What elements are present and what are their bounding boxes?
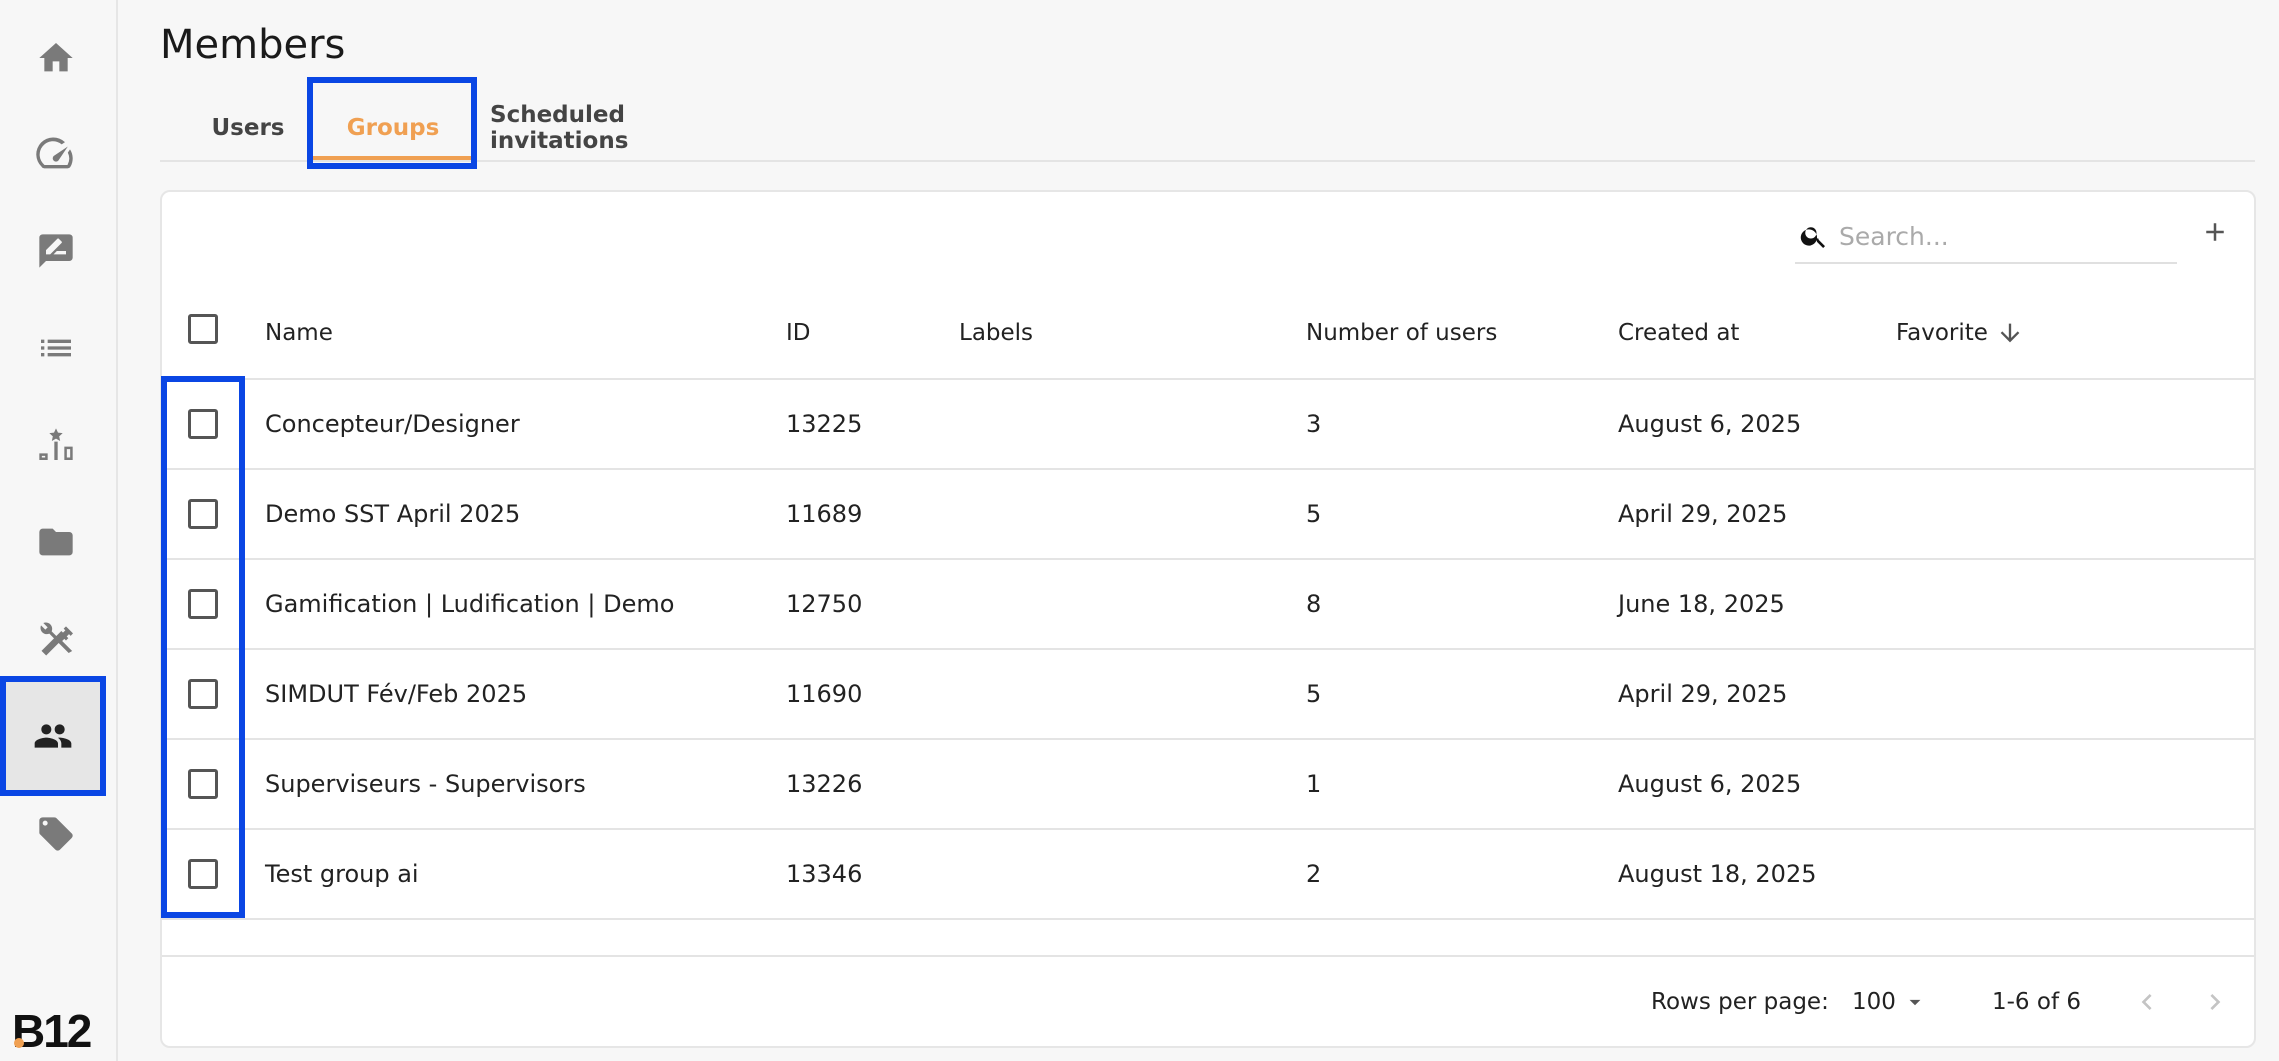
group-id: 11690 bbox=[786, 680, 863, 708]
search-input[interactable] bbox=[1839, 221, 2159, 251]
sidebar-item-list[interactable] bbox=[0, 300, 112, 396]
rows-per-page-select[interactable]: 100 bbox=[1852, 978, 1928, 1026]
group-user-count: 2 bbox=[1306, 860, 1322, 888]
group-created-at: August 6, 2025 bbox=[1618, 410, 1802, 438]
previous-page-button[interactable] bbox=[2129, 984, 2165, 1020]
column-header-number-of-users[interactable]: Number of users bbox=[1306, 288, 1497, 378]
sidebar-item-folders[interactable] bbox=[0, 494, 112, 590]
table-row[interactable]: Concepteur/Designer 13225 3 August 6, 20… bbox=[162, 380, 2254, 470]
column-header-created-at[interactable]: Created at bbox=[1618, 288, 1739, 378]
table-row[interactable]: Test group ai 13346 2 August 18, 2025 bbox=[162, 830, 2254, 920]
table-header: Name ID Labels Number of users Created a… bbox=[162, 288, 2254, 380]
row-checkbox[interactable] bbox=[188, 589, 218, 619]
sidebar-item-tools[interactable] bbox=[0, 592, 112, 688]
group-id: 13226 bbox=[786, 770, 863, 798]
group-name: Concepteur/Designer bbox=[265, 410, 520, 438]
group-name: Demo SST April 2025 bbox=[265, 500, 521, 528]
table-row[interactable]: Gamification | Ludification | Demo 12750… bbox=[162, 560, 2254, 650]
home-icon bbox=[39, 43, 73, 72]
column-header-favorite-label: Favorite bbox=[1896, 320, 1988, 346]
page-title: Members bbox=[160, 22, 346, 68]
arrow-down-icon bbox=[2000, 323, 2020, 343]
row-checkbox[interactable] bbox=[188, 859, 218, 889]
pagination-range: 1-6 of 6 bbox=[1992, 989, 2081, 1015]
rows-per-page-label: Rows per page: bbox=[1651, 989, 1829, 1015]
sidebar-item-leaderboard[interactable] bbox=[0, 397, 112, 493]
logo-dot bbox=[14, 1038, 24, 1048]
search-box bbox=[1795, 210, 2177, 264]
group-name: Test group ai bbox=[265, 860, 419, 888]
people-icon bbox=[34, 724, 72, 748]
sidebar-item-tags[interactable] bbox=[0, 786, 112, 882]
row-checkbox[interactable] bbox=[188, 409, 218, 439]
tab-bar: Users Groups Scheduled invitations bbox=[160, 96, 2255, 162]
group-user-count: 8 bbox=[1306, 590, 1322, 618]
sidebar: B12 bbox=[0, 0, 118, 1061]
group-created-at: April 29, 2025 bbox=[1618, 500, 1788, 528]
next-page-button[interactable] bbox=[2197, 984, 2233, 1020]
sidebar-item-members[interactable] bbox=[0, 676, 106, 796]
group-name: Gamification | Ludification | Demo bbox=[265, 590, 675, 618]
sidebar-item-home[interactable] bbox=[0, 10, 112, 106]
group-user-count: 5 bbox=[1306, 500, 1322, 528]
column-header-id[interactable]: ID bbox=[786, 288, 811, 378]
group-user-count: 3 bbox=[1306, 410, 1322, 438]
plus-icon bbox=[2206, 223, 2224, 241]
group-created-at: April 29, 2025 bbox=[1618, 680, 1788, 708]
add-group-button[interactable] bbox=[2195, 212, 2235, 252]
group-name: SIMDUT Fév/Feb 2025 bbox=[265, 680, 528, 708]
group-created-at: August 6, 2025 bbox=[1618, 770, 1802, 798]
row-checkbox[interactable] bbox=[188, 769, 218, 799]
group-user-count: 1 bbox=[1306, 770, 1322, 798]
group-id: 13225 bbox=[786, 410, 863, 438]
chevron-left-icon bbox=[2141, 994, 2152, 1010]
rate-review-icon bbox=[39, 234, 73, 268]
table-row[interactable]: Superviseurs - Supervisors 13226 1 Augus… bbox=[162, 740, 2254, 830]
b12-logo: B12 bbox=[12, 1005, 92, 1057]
column-header-name[interactable]: Name bbox=[265, 288, 333, 378]
column-header-favorite[interactable]: Favorite bbox=[1896, 288, 2024, 378]
group-user-count: 5 bbox=[1306, 680, 1322, 708]
tab-groups[interactable]: Groups bbox=[313, 96, 473, 160]
row-checkbox[interactable] bbox=[188, 499, 218, 529]
tag-icon bbox=[39, 817, 73, 851]
group-created-at: June 18, 2025 bbox=[1618, 590, 1785, 618]
footer-divider bbox=[162, 955, 2254, 957]
tab-users[interactable]: Users bbox=[190, 96, 306, 160]
group-created-at: August 18, 2025 bbox=[1618, 860, 1817, 888]
search-icon bbox=[1800, 227, 1825, 248]
rows-per-page-value: 100 bbox=[1852, 989, 1896, 1015]
tab-scheduled-invitations[interactable]: Scheduled invitations bbox=[490, 96, 750, 160]
speedometer-icon bbox=[36, 137, 73, 169]
group-name: Superviseurs - Supervisors bbox=[265, 770, 586, 798]
list-icon bbox=[41, 339, 71, 357]
folder-icon bbox=[39, 528, 73, 556]
dropdown-arrow-icon bbox=[1909, 999, 1921, 1006]
tools-icon bbox=[40, 622, 73, 656]
column-header-labels[interactable]: Labels bbox=[959, 288, 1033, 378]
group-id: 11689 bbox=[786, 500, 863, 528]
sidebar-item-dashboard[interactable] bbox=[0, 107, 112, 203]
group-id: 12750 bbox=[786, 590, 863, 618]
chevron-right-icon bbox=[2210, 994, 2221, 1010]
select-all-checkbox[interactable] bbox=[188, 314, 218, 344]
sidebar-item-reviews[interactable] bbox=[0, 203, 112, 299]
leaderboard-icon bbox=[39, 428, 73, 460]
table-row[interactable]: SIMDUT Fév/Feb 2025 11690 5 April 29, 20… bbox=[162, 650, 2254, 740]
active-tab-indicator bbox=[313, 156, 473, 160]
group-id: 13346 bbox=[786, 860, 863, 888]
row-checkbox[interactable] bbox=[188, 679, 218, 709]
table-row[interactable]: Demo SST April 2025 11689 5 April 29, 20… bbox=[162, 470, 2254, 560]
